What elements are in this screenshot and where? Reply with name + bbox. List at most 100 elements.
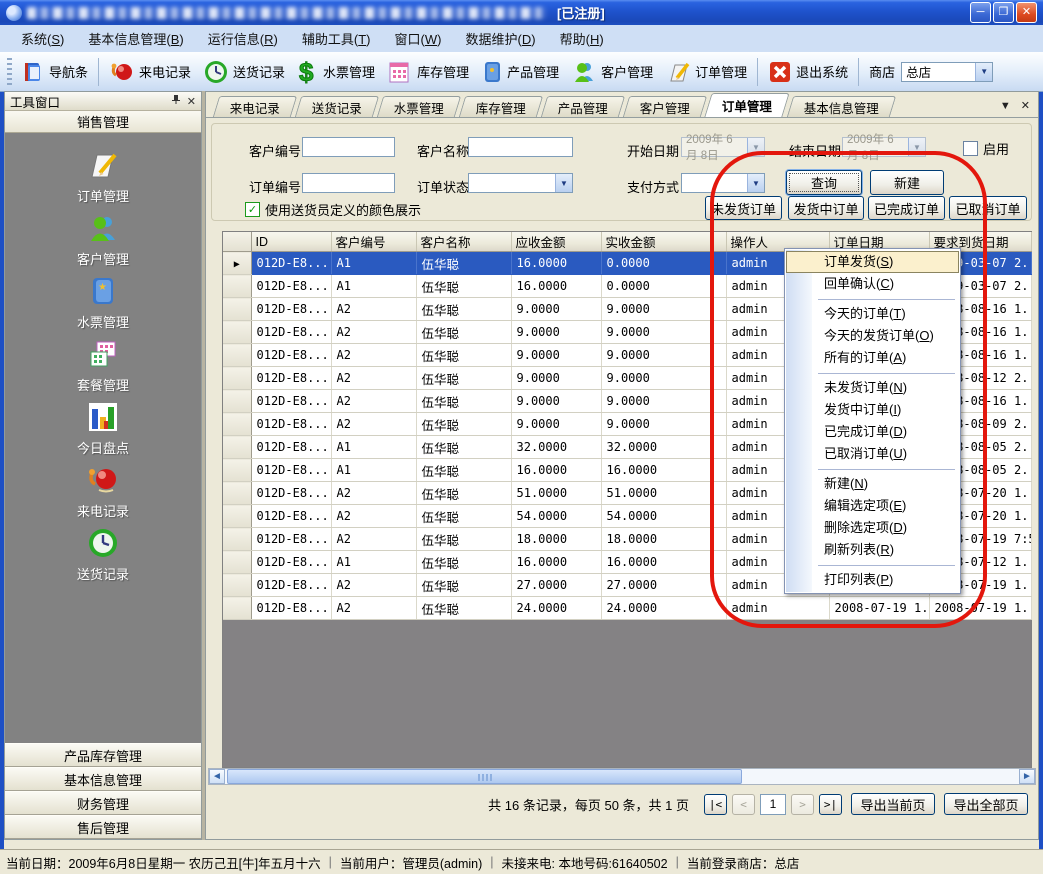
sidebar-section-sales[interactable]: 销售管理	[5, 111, 201, 133]
menu-item[interactable]: 辅助工具T	[291, 27, 382, 50]
toolbar-inventory-button[interactable]: 库存管理	[381, 56, 475, 88]
context-menu-item[interactable]: 未发货订单N	[786, 377, 959, 399]
tab[interactable]: 产品管理	[541, 96, 625, 117]
query-button[interactable]: 查询	[786, 170, 862, 195]
tab[interactable]: 来电记录	[213, 96, 297, 117]
sidebar-section-after-sale[interactable]: 售后管理	[5, 815, 201, 839]
context-menu-item[interactable]: 已取消订单U	[786, 443, 959, 465]
customer-name-input[interactable]	[468, 137, 573, 157]
sidebar-item-delivery-log[interactable]: 送货记录	[5, 527, 201, 590]
sidebar-item-water-ticket[interactable]: ★ 水票管理	[5, 275, 201, 338]
chevron-down-icon: ▼	[747, 138, 764, 156]
col-customer-name[interactable]: 客户名称	[416, 232, 511, 252]
context-menu-item[interactable]: 打印列表P	[786, 569, 959, 591]
restore-button[interactable]: ❐	[993, 2, 1014, 23]
order-status-select[interactable]: ▼	[468, 173, 573, 193]
row-selector-header[interactable]	[223, 232, 251, 252]
call-bell-icon	[86, 464, 120, 499]
tab[interactable]: 基本信息管理	[787, 96, 896, 117]
enable-checkbox[interactable]: ✓ 启用	[963, 139, 1009, 158]
dock-title: 工具窗口	[10, 92, 60, 111]
sidebar-section-product-inventory[interactable]: 产品库存管理	[5, 743, 201, 767]
horizontal-scrollbar[interactable]: ◄ ►	[208, 768, 1036, 785]
shipping-orders-button[interactable]: 发货中订单	[788, 196, 864, 220]
sidebar-item-order-management[interactable]: 订单管理	[5, 149, 201, 212]
menu-item[interactable]: 帮助H	[549, 27, 615, 50]
toolbar-order-button[interactable]: 订单管理	[659, 56, 753, 88]
context-menu-item[interactable]: 今天的订单T	[786, 303, 959, 325]
order-context-menu: 订单发货S 回单确认C 今天的订单T 今天的发货订单O 所有的订单A 未发货订单…	[784, 248, 961, 594]
shop-select[interactable]: 总店 ▼	[901, 62, 993, 82]
context-menu-item[interactable]: 所有的订单A	[786, 347, 959, 369]
close-button[interactable]: ✕	[1016, 2, 1037, 23]
toolbar-delivery-log-button[interactable]: 送货记录	[197, 56, 291, 88]
new-button[interactable]: 新建	[870, 170, 944, 195]
context-menu-item[interactable]: 已完成订单D	[786, 421, 959, 443]
sidebar-item-customer-management[interactable]: 客户管理	[5, 212, 201, 275]
scroll-right-icon[interactable]: ►	[1019, 769, 1035, 784]
page-number-input[interactable]	[760, 794, 786, 815]
unshipped-orders-button[interactable]: 未发货订单	[705, 196, 782, 220]
col-id[interactable]: ID	[251, 232, 331, 252]
sidebar-section-basic-info[interactable]: 基本信息管理	[5, 767, 201, 791]
pin-icon[interactable]	[171, 94, 181, 108]
end-date-label: 结束日期	[789, 141, 841, 160]
next-page-button[interactable]: >	[791, 794, 814, 815]
menu-item[interactable]: 数据维护D	[454, 27, 546, 50]
order-row[interactable]: ▶ 012D-E8... A2 伍华聪 24.0000 24.0000 admi…	[223, 597, 1031, 620]
prev-page-button[interactable]: <	[732, 794, 755, 815]
tab[interactable]: 订单管理	[704, 93, 789, 117]
completed-orders-button[interactable]: 已完成订单	[868, 196, 945, 220]
sidebar-item-today-check[interactable]: 今日盘点	[5, 401, 201, 464]
context-menu-item[interactable]: 刷新列表R	[786, 539, 959, 561]
customer-no-input[interactable]	[302, 137, 395, 157]
sidebar-section-finance[interactable]: 财务管理	[5, 791, 201, 815]
toolbar-exit-button[interactable]: 退出系统	[762, 57, 854, 87]
sidebar-item-call-log[interactable]: 来电记录	[5, 464, 201, 527]
toolbar-call-log-button[interactable]: 来电记录	[103, 56, 197, 88]
tab[interactable]: 水票管理	[377, 96, 461, 117]
tab-close-icon[interactable]: ✕	[1021, 99, 1030, 112]
pay-method-select[interactable]: ▼	[681, 173, 765, 193]
context-menu-item[interactable]: 删除选定项D	[786, 517, 959, 539]
toolbar-separator	[98, 58, 99, 86]
menu-item[interactable]: 基本信息管理B	[77, 27, 194, 50]
context-menu-item[interactable]: 编辑选定项E	[786, 495, 959, 517]
export-all-pages-button[interactable]: 导出全部页	[944, 793, 1028, 815]
first-page-button[interactable]: |<	[704, 794, 727, 815]
menu-bar: 系统S 基本信息管理B 运行信息R 辅助工具T 窗口W 数据维护D 帮助H	[0, 25, 1043, 53]
toolbar-customer-button[interactable]: 客户管理	[565, 56, 659, 88]
toolbar-product-button[interactable]: 产品管理	[475, 56, 565, 88]
start-date-picker[interactable]: 2009年 6月 8日▼	[681, 137, 765, 157]
menu-item[interactable]: 窗口W	[384, 27, 453, 50]
context-menu-item[interactable]: 回单确认C	[786, 273, 959, 295]
context-menu-item[interactable]: 发货中订单I	[786, 399, 959, 421]
delivery-color-checkbox[interactable]: ✓ 使用送货员定义的颜色展示	[245, 200, 421, 219]
dock-close-icon[interactable]: ✕	[187, 95, 196, 108]
toolbar-water-ticket-button[interactable]: $ 水票管理	[291, 56, 381, 88]
tab[interactable]: 库存管理	[459, 96, 543, 117]
tab-list-chevron-icon[interactable]: ▼	[1000, 100, 1011, 112]
menu-item[interactable]: 系统S	[10, 27, 75, 50]
context-menu-item[interactable]: 今天的发货订单O	[786, 325, 959, 347]
last-page-button[interactable]: >|	[819, 794, 842, 815]
context-menu-item[interactable]: 订单发货S	[786, 251, 959, 273]
col-receivable[interactable]: 应收金额	[511, 232, 601, 252]
scroll-left-icon[interactable]: ◄	[209, 769, 225, 784]
toolbar-navigator-button[interactable]: 导航条	[15, 57, 94, 87]
col-customer-no[interactable]: 客户编号	[331, 232, 416, 252]
context-menu-item[interactable]: 新建N	[786, 473, 959, 495]
status-bar: 当前日期：2009年6月8日星期一 农历己丑[牛]年五月十六 | 当前用户：管理…	[0, 849, 1043, 874]
order-no-input[interactable]	[302, 173, 395, 193]
cancelled-orders-button[interactable]: 已取消订单	[949, 196, 1027, 220]
col-received[interactable]: 实收金额	[601, 232, 726, 252]
tab[interactable]: 客户管理	[623, 96, 707, 117]
minimize-button[interactable]: ─	[970, 2, 991, 23]
export-current-page-button[interactable]: 导出当前页	[851, 793, 935, 815]
menu-item[interactable]: 运行信息R	[197, 27, 289, 50]
end-date-picker[interactable]: 2009年 6月 8日▼	[842, 137, 926, 157]
sidebar-item-package-management[interactable]: 套餐管理	[5, 338, 201, 401]
scrollbar-thumb[interactable]	[227, 769, 742, 784]
tab-bar: 来电记录 送货记录 水票管理 库存管理 产品管理 客户管理 订单管理 基本信息	[206, 92, 1038, 118]
tab[interactable]: 送货记录	[295, 96, 379, 117]
